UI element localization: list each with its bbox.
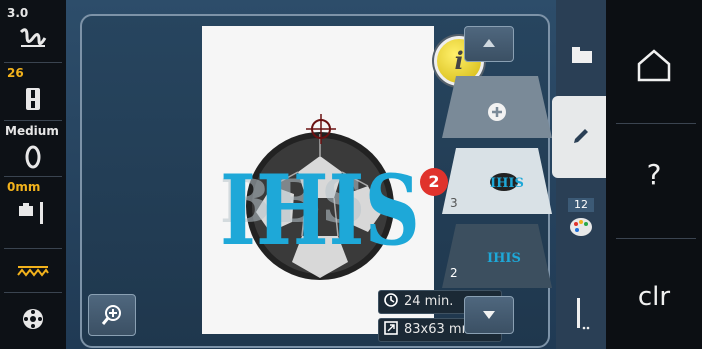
- zoom-in-icon: [101, 305, 121, 325]
- palette-icon: [570, 218, 592, 236]
- bobbin-setting[interactable]: [4, 294, 62, 346]
- presser-foot-pressure-value: 0mm: [7, 180, 41, 194]
- separator: [616, 123, 696, 124]
- thread-tension-setting[interactable]: Medium: [4, 122, 62, 177]
- needle-icon: [577, 298, 590, 330]
- bobbin-icon: [4, 306, 62, 336]
- needle-position-setting[interactable]: 26: [4, 64, 62, 121]
- tab-colors[interactable]: 12: [556, 196, 606, 252]
- tab-stitchout[interactable]: [556, 290, 606, 340]
- crosshair-icon[interactable]: [306, 114, 336, 144]
- layer-2-number: 2: [450, 266, 458, 280]
- pencil-icon: [574, 129, 588, 143]
- needle-position-value: 26: [7, 66, 24, 80]
- stitch-length-value: 3.0: [7, 6, 29, 20]
- folder-icon: [572, 47, 592, 63]
- colors-count: 12: [568, 198, 594, 212]
- layer-stack: IHIS IHIS: [442, 76, 552, 288]
- stitch-length-setting[interactable]: 3.0: [4, 4, 62, 63]
- stitch-pattern-icon: [4, 26, 62, 54]
- svg-text:IHIS: IHIS: [490, 176, 524, 191]
- thread-tension-value: Medium: [5, 124, 59, 138]
- scroll-up-button[interactable]: [464, 26, 514, 62]
- feed-dog-icon: [4, 200, 62, 230]
- presser-foot-pressure-setting[interactable]: 0mm: [4, 178, 62, 249]
- triangle-down-icon: [483, 311, 495, 319]
- presser-foot-icon: [4, 86, 62, 116]
- tension-icon: [4, 144, 62, 174]
- resize-icon: [384, 321, 398, 335]
- clock-icon: [384, 293, 398, 307]
- clear-button[interactable]: clr: [606, 272, 702, 322]
- callout-badge: 2: [420, 168, 448, 196]
- embroidery-design: BBS IHIS: [220, 132, 420, 280]
- function-tabs: 12: [552, 0, 606, 349]
- main-area: BBS IHIS i 24 min. 83x63 mm IHIS IHIS 3 …: [66, 0, 556, 349]
- system-buttons: ? clr: [606, 0, 702, 349]
- help-button[interactable]: ?: [606, 150, 702, 200]
- logo-text: IHIS: [220, 154, 420, 267]
- embroidery-screen: 3.0 26 Medium 0mm BBS IHIS i 24 min. 83x…: [0, 0, 702, 349]
- zigzag-stitch-icon: [4, 264, 62, 284]
- svg-text:IHIS: IHIS: [487, 251, 521, 266]
- tab-selection[interactable]: [556, 30, 606, 80]
- home-button[interactable]: [606, 38, 702, 98]
- triangle-up-icon: [483, 39, 495, 47]
- settings-column: 3.0 26 Medium 0mm: [0, 0, 66, 349]
- home-icon: [637, 49, 671, 82]
- zoom-button[interactable]: [88, 294, 136, 336]
- embroidery-canvas[interactable]: BBS IHIS: [202, 26, 434, 334]
- tab-edit[interactable]: [552, 96, 606, 178]
- layer-3-number: 3: [450, 196, 458, 210]
- scroll-down-button[interactable]: [464, 296, 514, 334]
- separator: [616, 238, 696, 239]
- stitch-time-value: 24 min.: [404, 294, 454, 309]
- stitch-type-setting[interactable]: [4, 250, 62, 293]
